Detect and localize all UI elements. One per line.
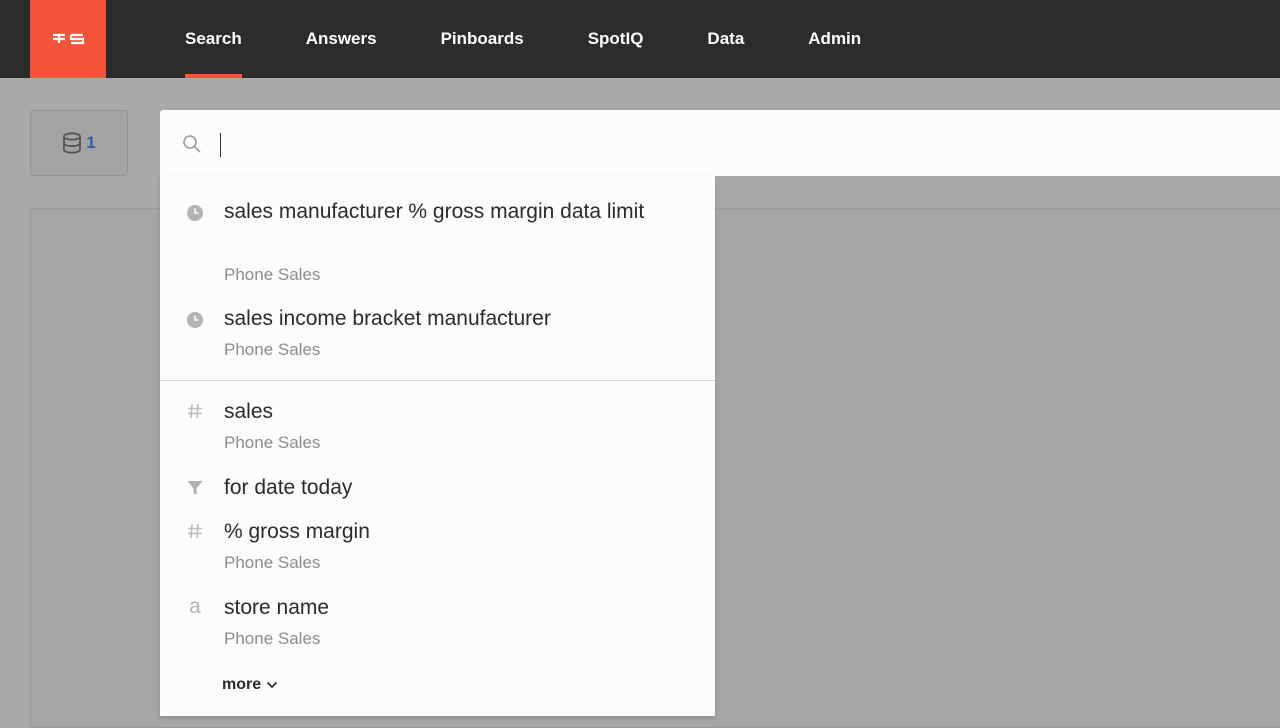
chevron-down-icon: [266, 681, 278, 689]
clock-icon: [184, 202, 206, 224]
suggestion-dropdown: sales manufacturer % gross margin data l…: [160, 176, 715, 716]
suggestion-divider: [160, 380, 715, 381]
suggestion-item[interactable]: a store name Phone Sales: [160, 592, 715, 654]
nav-answers[interactable]: Answers: [285, 0, 398, 78]
suggestion-item[interactable]: sales Phone Sales: [160, 396, 715, 458]
top-navigation-bar: Search Answers Pinboards SpotIQ Data Adm…: [0, 0, 1280, 78]
nav-admin[interactable]: Admin: [787, 0, 882, 78]
suggestion-source: Phone Sales: [224, 629, 321, 648]
hash-icon: [184, 520, 206, 542]
suggestion-source: Phone Sales: [224, 340, 321, 359]
suggestion-source: Phone Sales: [224, 553, 321, 572]
clock-icon: [184, 309, 206, 331]
filter-icon: [184, 477, 206, 499]
nav-spotiq[interactable]: SpotIQ: [567, 0, 665, 78]
nav-data-label: Data: [707, 29, 745, 48]
hash-icon: [184, 400, 206, 422]
nav-data[interactable]: Data: [686, 0, 765, 78]
suggestion-source: Phone Sales: [224, 265, 321, 284]
more-label: more: [222, 676, 262, 693]
search-icon: [183, 135, 201, 153]
database-icon: [63, 132, 82, 154]
suggestion-item[interactable]: % gross margin Phone Sales: [160, 516, 715, 578]
main-nav: Search Answers Pinboards SpotIQ Data Adm…: [164, 0, 904, 78]
nav-pinboards-label: Pinboards: [440, 29, 524, 48]
suggestion-text: sales: [224, 400, 274, 423]
suggestion-item[interactable]: sales income bracket manufacturer Phone …: [160, 303, 715, 369]
search-bar[interactable]: [160, 110, 1280, 176]
suggestion-source: Phone Sales: [224, 433, 321, 452]
more-suggestions-link[interactable]: more: [222, 676, 278, 694]
suggestion-item[interactable]: for date today: [160, 472, 715, 506]
nav-search-label: Search: [185, 29, 242, 48]
nav-answers-label: Answers: [305, 29, 377, 48]
suggestion-item[interactable]: sales manufacturer % gross margin data l…: [160, 196, 715, 291]
suggestion-text: sales income bracket manufacturer: [224, 307, 551, 330]
nav-spotiq-label: SpotIQ: [587, 29, 644, 48]
nav-search[interactable]: Search: [164, 0, 263, 78]
app-logo[interactable]: [30, 0, 106, 78]
suggestion-text: sales manufacturer % gross margin data l…: [224, 200, 645, 223]
suggestion-text: % gross margin: [224, 520, 370, 543]
logo-icon: [53, 33, 85, 45]
attribute-icon: a: [189, 595, 201, 618]
nav-admin-label: Admin: [808, 29, 862, 48]
search-input-caret: [220, 133, 221, 157]
data-source-button[interactable]: 1: [30, 110, 128, 176]
nav-pinboards[interactable]: Pinboards: [420, 0, 545, 78]
suggestion-text: store name: [224, 596, 330, 619]
suggestion-text: for date today: [224, 476, 353, 499]
data-source-count: 1: [86, 133, 96, 152]
